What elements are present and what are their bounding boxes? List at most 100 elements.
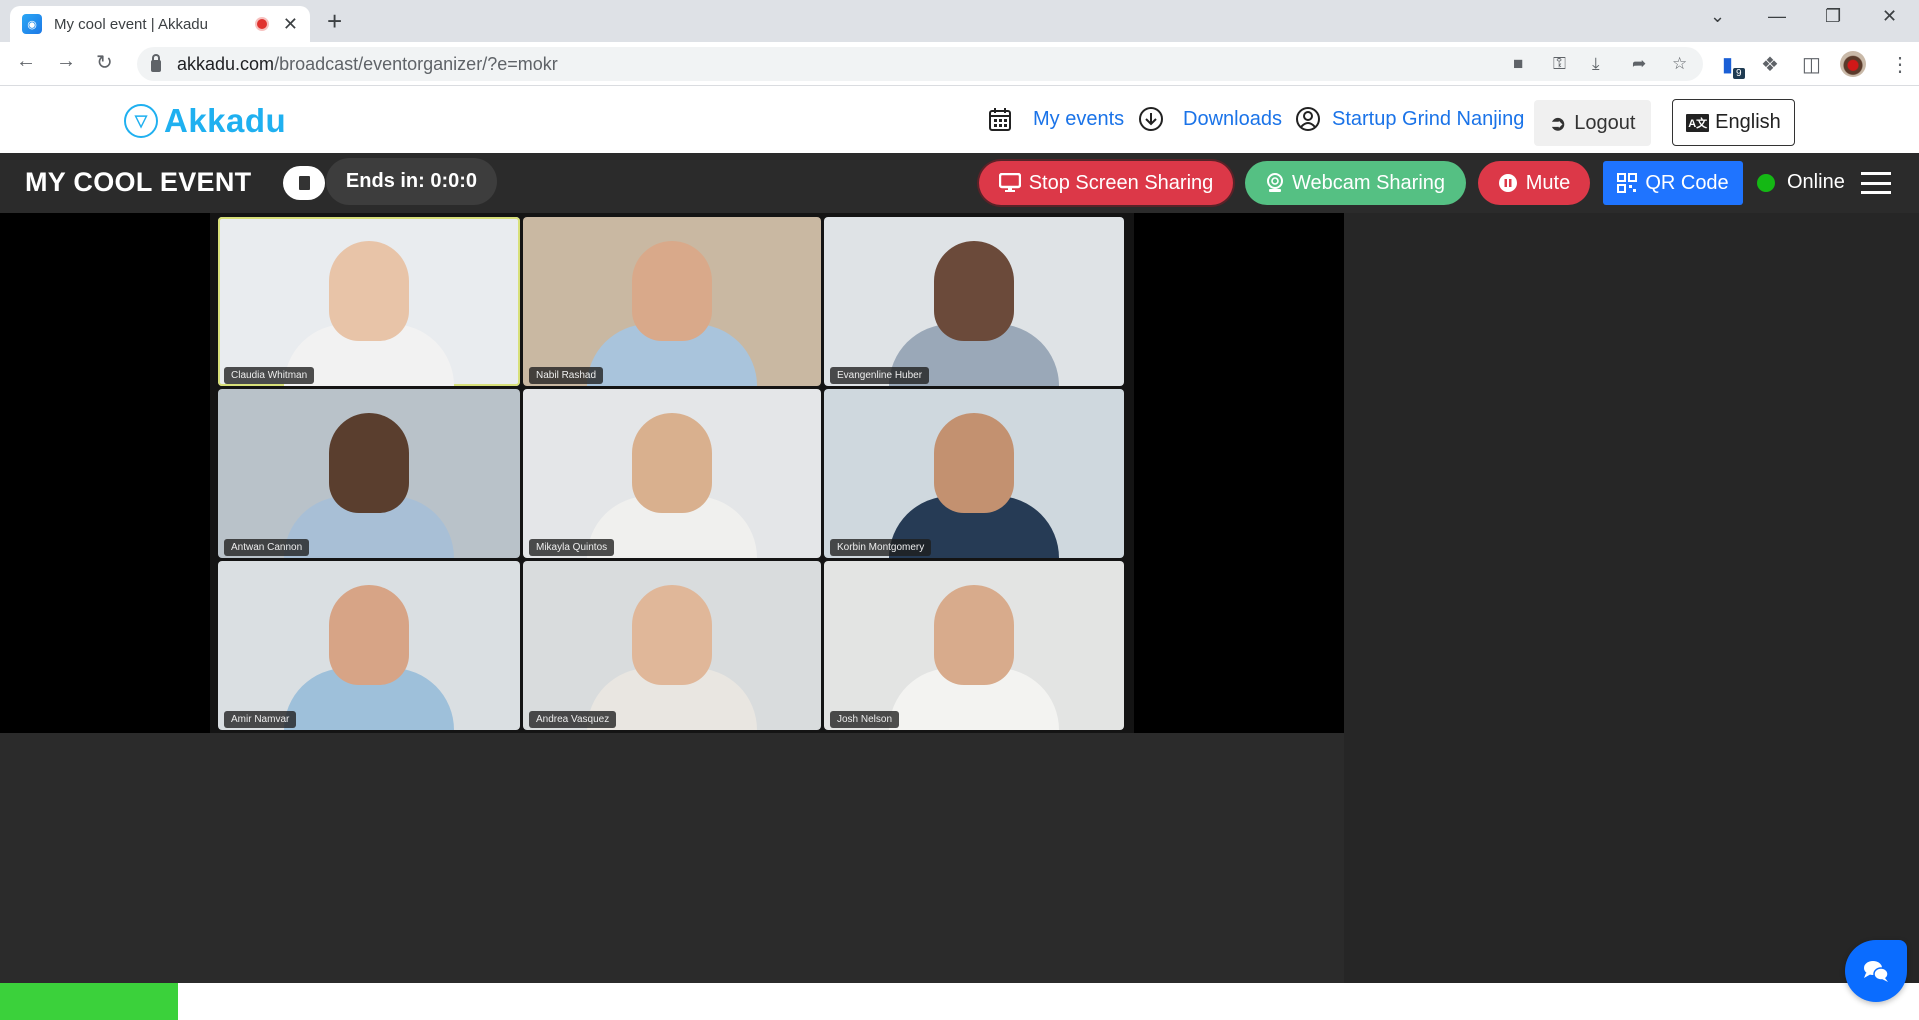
participant-name-label: Korbin Montgomery	[830, 539, 932, 556]
my-events-link[interactable]: My events	[1033, 86, 1124, 153]
new-tab-button[interactable]: +	[327, 6, 342, 37]
hamburger-menu-icon[interactable]	[1861, 172, 1891, 194]
logout-label: Logout	[1574, 111, 1636, 134]
tab-close-icon[interactable]: ✕	[283, 14, 298, 35]
participant-tile[interactable]: Antwan Cannon	[218, 389, 520, 558]
qr-code-icon	[1617, 173, 1638, 193]
mute-label: Mute	[1525, 171, 1571, 194]
stop-screen-sharing-label: Stop Screen Sharing	[1028, 171, 1214, 194]
participant-tile[interactable]: Andrea Vasquez	[523, 561, 821, 730]
minimize-window-icon[interactable]: —	[1768, 6, 1786, 27]
mute-button[interactable]: Mute	[1478, 161, 1590, 205]
pdf-download-button[interactable]	[283, 166, 325, 200]
reload-icon[interactable]: ↻	[96, 50, 113, 75]
pause-circle-icon	[1498, 174, 1517, 192]
chat-button[interactable]	[1845, 940, 1907, 1002]
camera-in-use-icon[interactable]: ■	[1513, 54, 1523, 74]
stop-screen-sharing-button[interactable]: Stop Screen Sharing	[979, 161, 1233, 205]
participant-tile[interactable]: Amir Namvar	[218, 561, 520, 730]
countdown-timer: Ends in: 0:0:0	[326, 158, 497, 205]
participant-tile[interactable]: Evangenline Huber	[824, 217, 1124, 386]
participant-face	[632, 585, 712, 685]
event-title: MY COOL EVENT	[25, 167, 252, 197]
webcam-sharing-label: Webcam Sharing	[1291, 171, 1446, 194]
webcam-sharing-button[interactable]: Webcam Sharing	[1245, 161, 1466, 205]
translate-icon: A文	[1686, 113, 1710, 132]
chat-bubbles-icon	[1864, 961, 1889, 982]
akkadu-favicon-icon: ◉	[22, 14, 42, 34]
participant-face	[934, 585, 1014, 685]
side-panel-icon[interactable]: ◫	[1802, 52, 1821, 77]
stage-footer-area	[0, 733, 1344, 983]
monitor-icon	[998, 173, 1021, 192]
address-bar[interactable]: akkadu.com/broadcast/eventorganizer/?e=m…	[137, 47, 1703, 81]
akkadu-logo[interactable]: ▽ Akkadu	[124, 102, 286, 140]
password-key-icon[interactable]: ⚿	[1553, 54, 1566, 74]
browser-menu-icon[interactable]: ⋮	[1890, 52, 1910, 77]
participant-face	[329, 585, 409, 685]
participant-tile[interactable]: Claudia Whitman	[218, 217, 520, 386]
install-app-icon[interactable]: ⤓	[1592, 54, 1600, 74]
participant-tile[interactable]: Josh Nelson	[824, 561, 1124, 730]
event-toolbar: MY COOL EVENT Ends in: 0:0:0 Stop Screen…	[0, 153, 1919, 213]
app-header: ▽ Akkadu My events Downloads Startup Gri…	[0, 86, 1919, 153]
participant-name-label: Antwan Cannon	[224, 539, 310, 556]
user-circle-icon	[1296, 107, 1320, 131]
downloads-link[interactable]: Downloads	[1183, 86, 1282, 153]
url-text: akkadu.com/broadcast/eventorganizer/?e=m…	[177, 53, 558, 74]
tab-search-chevron-icon[interactable]: ⌄	[1710, 6, 1725, 27]
profile-avatar[interactable]	[1840, 51, 1866, 77]
participant-name-label: Josh Nelson	[830, 711, 900, 728]
tab-title: My cool event | Akkadu	[54, 15, 208, 33]
participant-name-label: Mikayla Quintos	[529, 539, 615, 556]
back-arrow-icon[interactable]: ←	[16, 50, 36, 73]
browser-tab-strip: ◉ My cool event | Akkadu ✕ + ⌄ — ❐ ✕	[0, 0, 1919, 42]
participant-tile[interactable]: Korbin Montgomery	[824, 389, 1124, 558]
participant-face	[934, 413, 1014, 513]
close-window-icon[interactable]: ✕	[1882, 6, 1897, 27]
calendar-icon	[989, 108, 1011, 131]
lock-icon	[151, 54, 161, 72]
bottom-strip	[0, 983, 1919, 1020]
participant-video-grid: Claudia Whitman Nabil Rashad Evangenline H…	[210, 213, 1134, 733]
participant-tile[interactable]: Mikayla Quintos	[523, 389, 821, 558]
akkadu-logo-icon: ▽	[124, 104, 158, 138]
qr-code-button[interactable]: QR Code	[1603, 161, 1743, 205]
participant-name-label: Amir Namvar	[224, 711, 297, 728]
recording-indicator-icon	[254, 17, 269, 31]
participant-name-label: Nabil Rashad	[529, 367, 604, 384]
participant-name-label: Andrea Vasquez	[529, 711, 617, 728]
qr-code-label: QR Code	[1645, 171, 1729, 194]
participant-face	[329, 413, 409, 513]
participant-face	[329, 241, 409, 341]
bitwarden-extension-icon[interactable]: ▮	[1722, 52, 1733, 77]
extensions-puzzle-icon[interactable]: ❖	[1761, 52, 1779, 77]
participant-tile[interactable]: Nabil Rashad	[523, 217, 821, 386]
language-label: English	[1715, 111, 1781, 133]
pdf-file-icon	[298, 176, 310, 190]
participant-face	[632, 241, 712, 341]
participant-face	[934, 241, 1014, 341]
participant-name-label: Claudia Whitman	[224, 367, 315, 384]
download-circle-icon	[1139, 107, 1163, 131]
logout-icon: ➲	[1549, 112, 1567, 135]
ends-in-text: Ends in: 0:0:0	[345, 170, 478, 192]
bookmark-star-icon[interactable]: ☆	[1672, 54, 1687, 74]
side-panel	[1344, 213, 1919, 983]
restore-window-icon[interactable]: ❐	[1825, 6, 1841, 27]
share-icon[interactable]: ➦	[1632, 54, 1646, 74]
brand-name: Akkadu	[164, 102, 287, 139]
account-link[interactable]: Startup Grind Nanjing	[1332, 86, 1524, 153]
extension-badge: 9	[1733, 68, 1745, 79]
online-status-label: Online	[1787, 171, 1845, 193]
browser-toolbar: ← → ↻ akkadu.com/broadcast/eventorganize…	[0, 42, 1919, 86]
forward-arrow-icon[interactable]: →	[56, 50, 76, 73]
browser-tab[interactable]: ◉ My cool event | Akkadu ✕	[10, 6, 310, 42]
webcam-icon	[1266, 173, 1283, 192]
participant-face	[632, 413, 712, 513]
online-status-dot-icon	[1757, 174, 1775, 192]
logout-button[interactable]: ➲ Logout	[1534, 100, 1651, 146]
language-selector[interactable]: A文 English	[1672, 99, 1795, 146]
progress-bar	[0, 983, 179, 1020]
participant-name-label: Evangenline Huber	[830, 367, 930, 384]
